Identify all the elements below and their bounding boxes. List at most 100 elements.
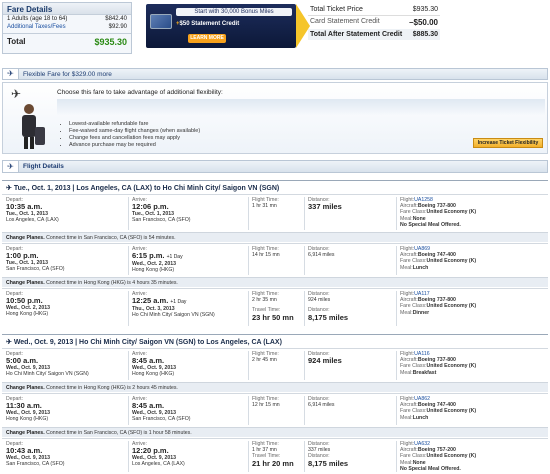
ticket-price-summary: Total Ticket Price $935.30 Card Statemen…: [308, 4, 440, 52]
plane-icon: ✈: [11, 87, 22, 101]
flight-row: Depart: 10:43 a.m. Wed., Oct. 9, 2013 Sa…: [2, 438, 548, 474]
increase-flexibility-button[interactable]: Increase Ticket Flexibility: [473, 138, 543, 148]
flight-time: 14 hr 15 mn: [252, 252, 280, 259]
depart-city: Los Angeles, CA (LAX): [6, 217, 59, 224]
fare-row-adults: 1 Adults (age 18 to 64) $842.40: [3, 15, 131, 23]
after-credit-row: Total After Statement Credit $885.30: [308, 29, 440, 40]
meal-note: No Special Meal Offered.: [400, 221, 461, 228]
fare-row-label: 1 Adults (age 18 to 64): [7, 16, 68, 22]
flight-row: Depart: 1:00 p.m. Tue., Oct. 1, 2013 San…: [2, 243, 548, 277]
flexible-fare-panel: ✈ Choose this fare to take advantage of …: [2, 82, 548, 154]
statement-credit-label: Card Statement Credit: [310, 18, 380, 25]
trip-header: ✈ Tue., Oct. 1, 2013 | Los Angeles, CA (…: [2, 180, 548, 193]
arrive-city: Hong Kong (HKG): [132, 371, 175, 378]
flight-row: Depart: 10:35 a.m. Tue., Oct. 1, 2013 Lo…: [2, 194, 548, 232]
fare-total-value: $935.30: [94, 37, 127, 47]
arrive-city: Ho Chi Minh City/ Saigon VN (SGN): [132, 312, 215, 319]
ticket-total-row: Total Ticket Price $935.30: [308, 4, 440, 16]
depart-time: 1:00 p.m.: [6, 251, 39, 261]
flight-number-link[interactable]: UA116: [414, 351, 429, 357]
fare-row-taxes: Additional Taxes/Fees $92.90: [3, 23, 131, 31]
change-planes-notice: Change Planes. Connect time in Hong Kong…: [2, 277, 548, 287]
fare-row-value: $92.90: [108, 24, 127, 30]
promo-credit: +$50 Statement Credit: [176, 21, 239, 27]
distance: 6,914 miles: [308, 402, 335, 409]
depart-time: 10:43 a.m.: [6, 446, 43, 456]
learn-more-button[interactable]: LEARN MORE: [188, 34, 226, 43]
flight-number-link[interactable]: UA117: [414, 291, 429, 297]
fare-row-value: $842.40: [105, 16, 127, 22]
arrive-time: 12:06 p.m.: [132, 202, 169, 212]
change-planes-notice: Change Planes. Connect time in San Franc…: [2, 232, 548, 242]
fare-total: Total $935.30: [3, 33, 131, 50]
flight-time: 2 hr 45 mn: [252, 357, 277, 364]
flight-row: Depart: 5:00 a.m. Wed., Oct. 9, 2013 Ho …: [2, 348, 548, 382]
arrive-time-line: 6:15 p.m. +1 Day: [132, 252, 183, 261]
taxes-fees-link[interactable]: Additional Taxes/Fees: [7, 24, 66, 30]
meal-line: Meal:Lunch: [400, 414, 429, 421]
meal-line: Meal:Lunch: [400, 264, 429, 271]
arrive-city: San Francisco, CA (SFO): [132, 416, 191, 423]
total-distance: 8,175 miles: [308, 312, 349, 322]
trip-title: Wed., Oct. 9, 2013 | Ho Chi Minh City/ S…: [13, 339, 282, 346]
flight-number-link[interactable]: UA632: [414, 441, 430, 447]
depart-city: San Francisco, CA (SFO): [6, 266, 65, 273]
flight-row: Depart: 10:50 p.m. Wed., Oct. 2, 2013 Ho…: [2, 288, 548, 328]
travel-time: 21 hr 20 mn: [252, 458, 294, 468]
plane-icon: ✈: [3, 161, 19, 172]
promo-headline: Start with 30,000 Bonus Miles: [176, 8, 292, 16]
ticket-total-label: Total Ticket Price: [310, 6, 363, 13]
meal-line: Meal:Dinner: [400, 309, 430, 316]
depart-time: 5:00 a.m.: [6, 356, 39, 366]
fare-total-label: Total: [7, 37, 26, 46]
arrive-time: 8:45 a.m.: [132, 356, 165, 366]
after-credit-label: Total After Statement Credit: [310, 31, 403, 38]
distance: 6,914 miles: [308, 252, 335, 259]
distance: 924 miles: [308, 356, 342, 366]
next-day-note: +1 Day: [170, 299, 187, 306]
depart-time: 10:35 a.m.: [6, 202, 43, 212]
flight-number-link[interactable]: UA862: [414, 396, 430, 402]
flight-details-bar: ✈ Flight Details: [2, 160, 548, 173]
arrive-city: Hong Kong (HKG): [132, 267, 175, 274]
depart-time: 11:30 a.m.: [6, 401, 42, 411]
ticket-total-value: $935.30: [412, 6, 438, 13]
flight-details-title: Flight Details: [23, 163, 64, 170]
flight-number-link[interactable]: UA1258: [414, 197, 433, 203]
change-planes-notice: Change Planes. Connect time in Hong Kong…: [2, 382, 548, 392]
statement-credit-row: Card Statement Credit –$50.00: [308, 16, 440, 29]
meal-note: No Special Meal Offered.: [400, 465, 461, 472]
depart-city: Ho Chi Minh City/ Saigon VN (SGN): [6, 371, 89, 378]
flight-time: 12 hr 15 mn: [252, 402, 280, 409]
depart-city: San Francisco, CA (SFO): [6, 461, 65, 468]
after-credit-value: $885.30: [412, 31, 438, 38]
depart-city: Hong Kong (HKG): [6, 416, 49, 423]
flight-time: 1 hr 31 mn: [252, 203, 277, 210]
flexibility-question: Choose this fare to take advantage of ad…: [57, 89, 223, 96]
arrive-time: 8:45 a.m.: [132, 401, 165, 411]
total-distance: 8,175 miles: [308, 458, 349, 468]
statement-credit-value: –$50.00: [409, 18, 438, 27]
flexible-fare-text: Flexible Fare for $329.00 more: [23, 71, 112, 78]
arrive-time-line: 12:25 a.m. +1 Day: [132, 297, 215, 306]
change-planes-notice: Change Planes. Connect time in San Franc…: [2, 427, 548, 437]
depart-time: 10:50 p.m.: [6, 296, 43, 306]
credit-card-promo-banner[interactable]: Start with 30,000 Bonus Miles +$50 State…: [146, 4, 296, 48]
fare-details-title: Fare Details: [3, 3, 131, 15]
flight-number-link[interactable]: UA869: [414, 246, 430, 252]
arrive-time: 12:20 p.m.: [132, 446, 169, 456]
arrive-time: 12:25 a.m.: [132, 296, 169, 306]
depart-city: Hong Kong (HKG): [6, 311, 49, 318]
trip-header: ✈ Wed., Oct. 9, 2013 | Ho Chi Minh City/…: [2, 334, 548, 347]
meal-line: Meal:Breakfast: [400, 369, 437, 376]
plane-icon: ✈: [6, 339, 14, 346]
benefit-item: Change fees and cancellation fees may ap…: [69, 135, 200, 141]
flexible-fare-bar[interactable]: ✈ Flexible Fare for $329.00 more: [2, 68, 548, 80]
next-day-note: +1 Day: [166, 254, 183, 261]
arrive-city: Los Angeles, CA (LAX): [132, 461, 185, 468]
benefit-item: Advance purchase may be required: [69, 142, 200, 148]
credit-card-image: [150, 14, 172, 29]
fare-details-panel: Fare Details 1 Adults (age 18 to 64) $84…: [2, 2, 132, 54]
arrive-time-line: 12:06 p.m.: [132, 203, 191, 211]
flight-row: Depart: 11:30 a.m. Wed., Oct. 9, 2013 Ho…: [2, 393, 548, 427]
